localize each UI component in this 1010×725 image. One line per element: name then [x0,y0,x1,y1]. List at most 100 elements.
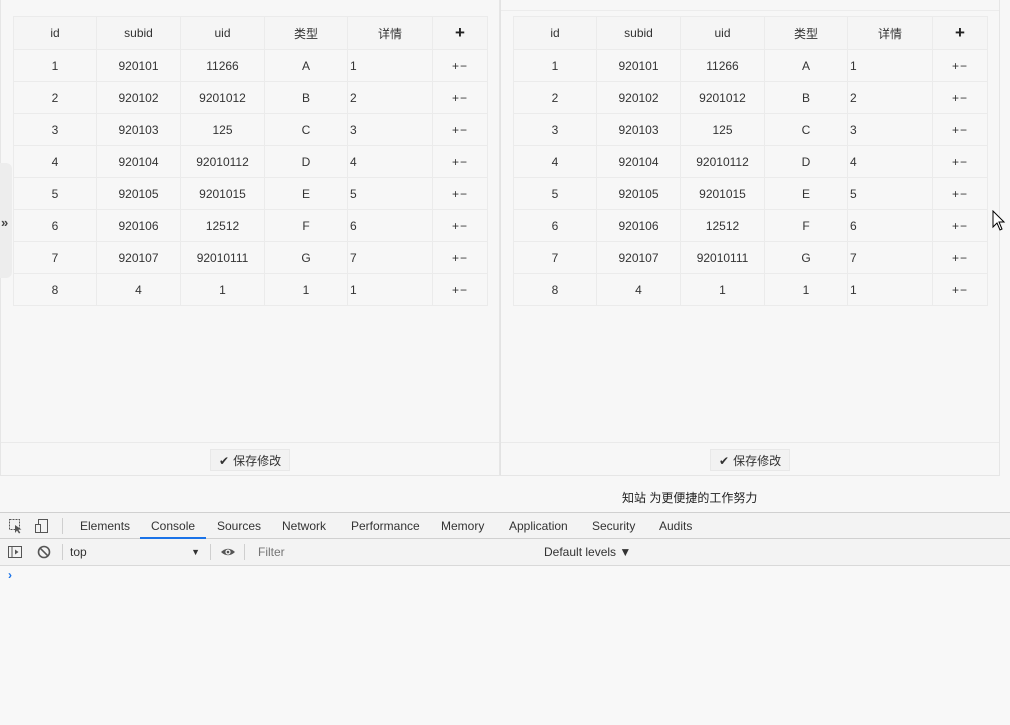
table-cell-类型[interactable]: A [264,49,348,82]
tab-security[interactable]: Security [592,513,635,539]
table-cell-详情[interactable]: 5 [847,177,933,210]
table-cell-详情[interactable]: 5 [347,177,433,210]
plus-icon[interactable]: + [452,123,460,137]
table-cell-详情[interactable]: 1 [847,273,933,306]
table-cell-subid[interactable]: 4 [96,273,181,306]
log-levels-dropdown[interactable]: Default levels ▼ [544,544,631,561]
table-cell-详情[interactable]: 1 [847,49,933,82]
table-cell-uid[interactable]: 9201015 [680,177,765,210]
plus-icon[interactable]: + [952,251,960,265]
plus-icon[interactable]: + [952,219,960,233]
table-cell-uid[interactable]: 11266 [680,49,765,82]
add-row-button[interactable]: + [455,23,465,42]
table-cell-类型[interactable]: E [764,177,848,210]
table-cell-类型[interactable]: F [264,209,348,242]
tab-audits[interactable]: Audits [659,513,692,539]
plus-icon[interactable]: + [952,59,960,73]
plus-icon[interactable]: + [952,123,960,137]
table-cell-uid[interactable]: 92010111 [180,241,265,274]
table-cell-uid[interactable]: 1 [180,273,265,306]
minus-icon[interactable]: − [460,283,468,297]
table-cell-subid[interactable]: 920104 [96,145,181,178]
table-cell-subid[interactable]: 920106 [96,209,181,242]
table-cell-详情[interactable]: 3 [347,113,433,146]
clear-console-icon[interactable] [36,544,52,560]
table-cell-uid[interactable]: 9201012 [680,81,765,114]
tab-console[interactable]: Console [140,513,207,539]
table-cell-id[interactable]: 3 [513,113,597,146]
table-cell-类型[interactable]: E [264,177,348,210]
minus-icon[interactable]: − [460,59,468,73]
table-cell-subid[interactable]: 920107 [596,241,681,274]
table-cell-详情[interactable]: 2 [347,81,433,114]
save-changes-button[interactable]: ✔ 保存修改 [710,449,791,471]
table-cell-id[interactable]: 6 [13,209,97,242]
table-cell-详情[interactable]: 3 [847,113,933,146]
table-cell-subid[interactable]: 920103 [96,113,181,146]
table-cell-类型[interactable]: 1 [764,273,848,306]
plus-icon[interactable]: + [452,187,460,201]
inspect-element-icon[interactable] [8,518,24,534]
show-sidebar-icon[interactable] [7,544,23,560]
minus-icon[interactable]: − [960,251,968,265]
table-cell-subid[interactable]: 4 [596,273,681,306]
minus-icon[interactable]: − [460,91,468,105]
table-cell-subid[interactable]: 920104 [596,145,681,178]
table-cell-id[interactable]: 5 [13,177,97,210]
plus-icon[interactable]: + [452,283,460,297]
table-cell-类型[interactable]: A [764,49,848,82]
plus-icon[interactable]: + [452,155,460,169]
table-cell-详情[interactable]: 4 [347,145,433,178]
minus-icon[interactable]: − [460,187,468,201]
minus-icon[interactable]: − [960,91,968,105]
table-cell-id[interactable]: 4 [513,145,597,178]
sidebar-expand-toggle[interactable]: » [0,163,12,278]
table-cell-id[interactable]: 3 [13,113,97,146]
table-cell-id[interactable]: 4 [13,145,97,178]
plus-icon[interactable]: + [452,251,460,265]
table-cell-uid[interactable]: 11266 [180,49,265,82]
table-cell-id[interactable]: 1 [13,49,97,82]
table-cell-id[interactable]: 7 [513,241,597,274]
table-cell-详情[interactable]: 7 [347,241,433,274]
minus-icon[interactable]: − [960,219,968,233]
plus-icon[interactable]: + [952,187,960,201]
minus-icon[interactable]: − [960,123,968,137]
table-cell-uid[interactable]: 92010112 [180,145,265,178]
table-cell-subid[interactable]: 920101 [96,49,181,82]
tab-performance[interactable]: Performance [351,513,420,539]
table-cell-uid[interactable]: 9201015 [180,177,265,210]
plus-icon[interactable]: + [452,219,460,233]
table-cell-uid[interactable]: 125 [180,113,265,146]
table-cell-uid[interactable]: 12512 [680,209,765,242]
table-cell-subid[interactable]: 920106 [596,209,681,242]
table-cell-uid[interactable]: 9201012 [180,81,265,114]
table-cell-uid[interactable]: 92010112 [680,145,765,178]
console-output[interactable]: › [0,566,1010,725]
table-cell-类型[interactable]: D [264,145,348,178]
table-cell-id[interactable]: 2 [513,81,597,114]
table-cell-类型[interactable]: G [264,241,348,274]
table-cell-subid[interactable]: 920101 [596,49,681,82]
table-cell-subid[interactable]: 920105 [596,177,681,210]
table-cell-id[interactable]: 8 [13,273,97,306]
plus-icon[interactable]: + [452,59,460,73]
table-cell-详情[interactable]: 7 [847,241,933,274]
table-cell-详情[interactable]: 6 [847,209,933,242]
tab-memory[interactable]: Memory [441,513,484,539]
plus-icon[interactable]: + [452,91,460,105]
tab-sources[interactable]: Sources [217,513,261,539]
table-cell-类型[interactable]: G [764,241,848,274]
table-cell-subid[interactable]: 920105 [96,177,181,210]
console-filter-input[interactable] [250,543,542,562]
table-cell-类型[interactable]: C [764,113,848,146]
minus-icon[interactable]: − [960,59,968,73]
save-changes-button[interactable]: ✔ 保存修改 [210,449,291,471]
table-cell-类型[interactable]: B [264,81,348,114]
plus-icon[interactable]: + [952,155,960,169]
plus-icon[interactable]: + [952,283,960,297]
tab-application[interactable]: Application [509,513,568,539]
table-cell-subid[interactable]: 920102 [596,81,681,114]
table-cell-id[interactable]: 5 [513,177,597,210]
table-cell-uid[interactable]: 1 [680,273,765,306]
